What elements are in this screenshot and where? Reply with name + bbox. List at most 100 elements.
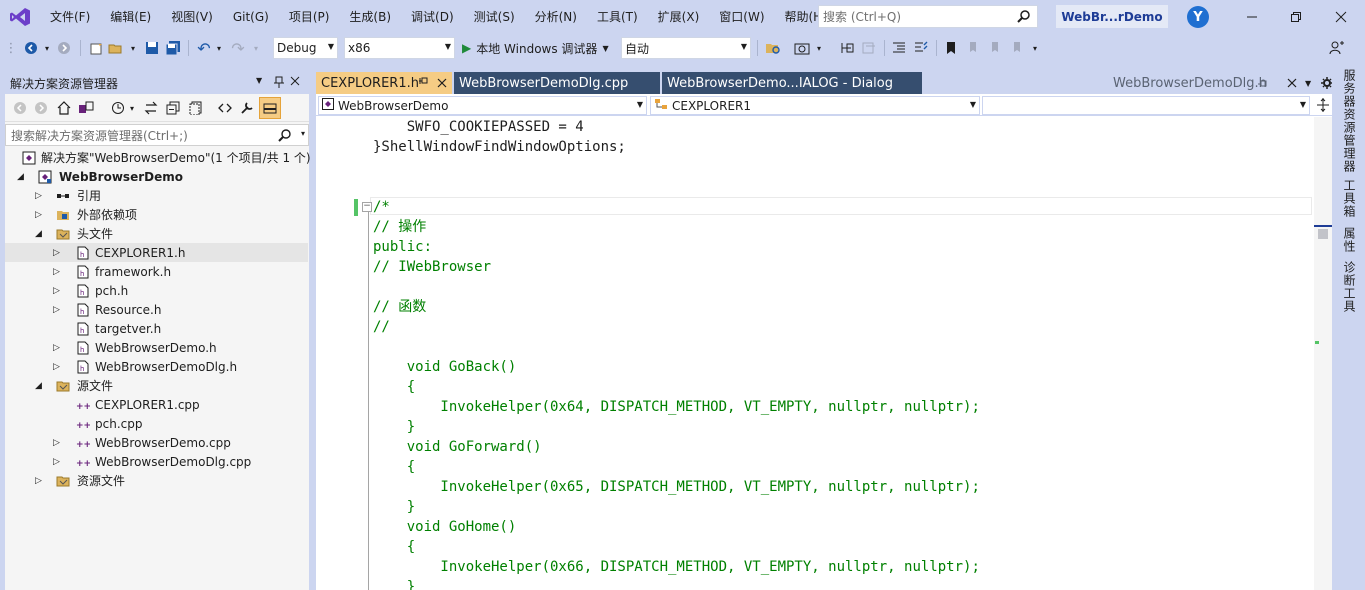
clear-bookmarks-icon[interactable] <box>1008 38 1026 58</box>
tree-node[interactable]: ▷ h pch.h <box>5 281 308 300</box>
close-window-button[interactable] <box>1318 0 1364 34</box>
menu-item[interactable]: 项目(P) <box>279 0 340 34</box>
collapsed-arrow-icon[interactable]: ▷ <box>53 343 60 353</box>
show-all-files-icon[interactable] <box>187 99 205 117</box>
previous-bookmark-icon[interactable] <box>964 38 982 58</box>
close-icon[interactable] <box>437 77 447 92</box>
home-icon[interactable] <box>55 99 73 117</box>
collapsed-arrow-icon[interactable]: ▷ <box>35 191 42 201</box>
diagnostic-tools-tab[interactable]: 诊断工具 <box>1340 261 1358 313</box>
step-over-icon[interactable] <box>860 38 878 58</box>
properties-tab[interactable]: 属性 <box>1340 227 1358 253</box>
collapsed-arrow-icon[interactable]: ▷ <box>53 362 60 372</box>
class-scope-select[interactable]: CEXPLORER1 ▼ <box>650 96 980 115</box>
menu-item[interactable]: 编辑(E) <box>100 0 161 34</box>
member-scope-select[interactable]: ▼ <box>982 96 1310 115</box>
chevron-down-icon[interactable]: ▾ <box>214 38 224 58</box>
chevron-down-icon[interactable]: ▾ <box>42 38 52 58</box>
toolbar-overflow-icon[interactable]: ▾ <box>1030 38 1040 58</box>
find-in-files-icon[interactable] <box>764 38 782 58</box>
tab-webbrowserdemodlg-cpp[interactable]: WebBrowserDemoDlg.cpp <box>454 72 660 94</box>
tree-node[interactable]: ◢ WebBrowserDemo <box>5 167 308 186</box>
collapse-region-icon[interactable]: − <box>362 202 372 212</box>
format-document-icon[interactable] <box>890 38 908 58</box>
expanded-arrow-icon[interactable]: ◢ <box>35 381 42 391</box>
save-all-icon[interactable] <box>164 38 182 58</box>
preview-selected-items-icon[interactable] <box>259 97 281 119</box>
close-icon[interactable] <box>1282 72 1298 94</box>
pin-icon[interactable] <box>274 76 284 91</box>
collapsed-arrow-icon[interactable]: ▷ <box>53 438 60 448</box>
chevron-down-icon[interactable]: ▾ <box>814 38 824 58</box>
minimize-button[interactable] <box>1229 0 1275 34</box>
run-mode-select[interactable]: 自动 ▼ <box>621 37 751 59</box>
gear-icon[interactable] <box>1316 72 1332 94</box>
open-file-icon[interactable] <box>106 38 124 58</box>
menu-item[interactable]: 分析(N) <box>525 0 587 34</box>
new-project-icon[interactable] <box>87 38 105 58</box>
redo-icon[interactable]: ↷ <box>229 38 247 58</box>
properties-wrench-icon[interactable] <box>238 99 256 117</box>
sync-with-document-icon[interactable] <box>142 99 160 117</box>
tree-node[interactable]: 解决方案"WebBrowserDemo"(1 个项目/共 1 个) <box>5 148 311 167</box>
tree-node[interactable]: ▷ h CEXPLORER1.h <box>5 243 308 262</box>
collapse-all-icon[interactable] <box>164 99 182 117</box>
tree-node[interactable]: h targetver.h <box>5 319 308 338</box>
tree-node[interactable]: ◢ 头文件 <box>5 224 308 243</box>
expanded-arrow-icon[interactable]: ◢ <box>35 229 42 239</box>
menu-item[interactable]: 测试(S) <box>464 0 525 34</box>
pending-changes-filter-icon[interactable] <box>109 99 127 117</box>
comment-lines-icon[interactable] <box>912 38 930 58</box>
start-debugging-button[interactable]: ▶ 本地 Windows 调试器 ▼ <box>462 38 616 58</box>
tree-node[interactable]: ++ CEXPLORER1.cpp <box>5 395 308 414</box>
step-into-icon[interactable] <box>838 38 856 58</box>
tab-webbrowserdemodlg-h[interactable]: WebBrowserDemoDlg.h <box>1108 72 1278 94</box>
menu-item[interactable]: 工具(T) <box>587 0 648 34</box>
tree-node[interactable]: ▷ ++ WebBrowserDemo.cpp <box>5 433 308 452</box>
collapsed-arrow-icon[interactable]: ▷ <box>53 305 60 315</box>
view-code-icon[interactable] <box>216 99 234 117</box>
window-options-icon[interactable]: ▼ <box>256 76 262 85</box>
collapsed-arrow-icon[interactable]: ▷ <box>53 248 60 258</box>
collapsed-arrow-icon[interactable]: ▷ <box>53 286 60 296</box>
chevron-down-icon[interactable]: ▾ <box>126 38 140 58</box>
tree-node[interactable]: ▷ 外部依赖项 <box>5 205 308 224</box>
tab-cexplorer1-h[interactable]: CEXPLORER1.h <box>316 72 452 94</box>
collapsed-arrow-icon[interactable]: ▷ <box>53 457 60 467</box>
solution-name-badge[interactable]: WebBr...rDemo <box>1056 5 1168 28</box>
save-icon[interactable] <box>143 38 161 58</box>
close-icon[interactable] <box>290 76 300 89</box>
code-editor[interactable]: SWFO_COOKIEPASSED = 4}ShellWindowFindWin… <box>334 117 1314 590</box>
forward-icon[interactable] <box>32 99 50 117</box>
navigate-forward-icon[interactable] <box>55 38 73 58</box>
menu-item[interactable]: Git(G) <box>223 0 279 34</box>
expanded-arrow-icon[interactable]: ◢ <box>17 172 24 182</box>
menu-item[interactable]: 扩展(X) <box>648 0 710 34</box>
tree-node[interactable]: ▷ h WebBrowserDemoDlg.h <box>5 357 308 376</box>
collapsed-arrow-icon[interactable]: ▷ <box>53 267 60 277</box>
platform-select[interactable]: x86 ▼ <box>344 37 455 59</box>
tree-node[interactable]: ◢ 源文件 <box>5 376 308 395</box>
chevron-down-icon[interactable]: ▾ <box>127 99 137 117</box>
split-window-icon[interactable] <box>1315 96 1331 114</box>
tree-node[interactable]: ▷ 资源文件 <box>5 471 308 490</box>
restore-button[interactable] <box>1273 0 1319 34</box>
tree-node[interactable]: ++ pch.cpp <box>5 414 308 433</box>
tab-list-dropdown-icon[interactable]: ▼ <box>1300 72 1314 94</box>
menu-item[interactable]: 调试(D) <box>401 0 464 34</box>
navigate-back-icon[interactable] <box>22 38 40 58</box>
server-explorer-tab[interactable]: 服务器资源管理器 <box>1340 69 1358 173</box>
menu-item[interactable]: 文件(F) <box>40 0 100 34</box>
chevron-down-icon[interactable]: ▾ <box>251 38 261 58</box>
next-bookmark-icon[interactable] <box>986 38 1004 58</box>
tab-dialog-resource[interactable]: WebBrowserDemo...IALOG - Dialog <box>662 72 922 94</box>
search-input[interactable]: 搜索 (Ctrl+Q) <box>818 5 1038 28</box>
configuration-select[interactable]: Debug ▼ <box>273 37 338 59</box>
menu-item[interactable]: 窗口(W) <box>709 0 774 34</box>
menu-item[interactable]: 视图(V) <box>161 0 223 34</box>
toolbox-tab[interactable]: 工具箱 <box>1340 179 1358 218</box>
solution-explorer-search-input[interactable]: 搜索解决方案资源管理器(Ctrl+;) ▾ <box>5 124 309 146</box>
menu-item[interactable]: 生成(B) <box>339 0 401 34</box>
pin-icon[interactable] <box>419 76 430 91</box>
project-scope-select[interactable]: WebBrowserDemo ▼ <box>318 96 647 115</box>
